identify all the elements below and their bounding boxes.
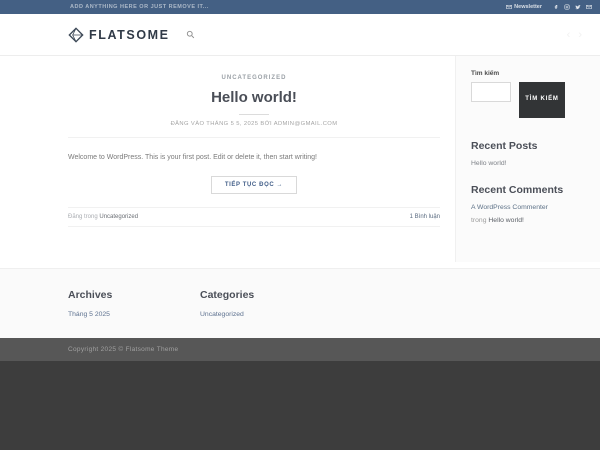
logo-text: FLATSOME [89,27,170,42]
search-icon[interactable] [186,30,195,39]
archives-widget: Archives Tháng 5 2025 [68,289,200,338]
read-more-button[interactable]: TIẾP TỤC ĐỌC → [210,176,298,194]
topbar-message: ADD ANYTHING HERE OR JUST REMOVE IT... [70,4,209,10]
newsletter-link[interactable]: Newsletter [506,4,542,10]
comment-on: trong Hello world! [471,217,585,224]
archives-title: Archives [68,289,113,301]
posted-in-label: Đăng trong [68,214,100,220]
topbar-right: Newsletter [506,4,592,10]
topbar: ADD ANYTHING HERE OR JUST REMOVE IT... N… [0,0,600,14]
copyright-bar: Copyright 2025 © Flatsome Theme [0,338,600,361]
commenter-link[interactable]: A WordPress Commenter [471,204,548,211]
twitter-icon[interactable] [575,4,581,10]
main-area: UNCATEGORIZED Hello world! ĐĂNG VÀO THÁN… [0,56,600,268]
newsletter-label: Newsletter [514,4,542,10]
recent-comments-title: Recent Comments [471,184,564,196]
categories-widget: Categories Uncategorized [200,289,332,338]
post-category-link[interactable]: UNCATEGORIZED [222,75,287,81]
instagram-icon[interactable] [564,4,570,10]
below-page-area [0,361,600,450]
comment-connector: trong [471,217,489,224]
post-footer-meta: Đăng trong Uncategorized 1 Bình luận [68,207,440,227]
post-article: UNCATEGORIZED Hello world! ĐĂNG VÀO THÁN… [68,56,440,268]
footer-widgets: Archives Tháng 5 2025 Categories Uncateg… [0,268,600,338]
chevron-right-icon[interactable]: › [578,29,582,41]
title-divider [239,114,269,115]
email-icon[interactable] [586,4,592,10]
post-meta: ĐĂNG VÀO THÁNG 5 5, 2025 BỞI ADMIN@GMAIL… [170,121,338,127]
copyright-text: Copyright 2025 © Flatsome Theme [68,346,179,353]
search-widget-label: Tìm kiếm [471,70,500,77]
chevron-left-icon[interactable]: ‹ [567,29,571,41]
site-logo[interactable]: FLATSOME [68,26,170,43]
site-header: FLATSOME ‹ › [0,14,600,56]
recent-posts-title: Recent Posts [471,140,538,152]
flatsome-logo-icon [68,26,84,43]
categories-title: Categories [200,289,255,301]
category-link[interactable]: Uncategorized [200,311,244,318]
header-nav-arrows: ‹ › [567,29,582,41]
sidebar-search-button[interactable]: TÌM KIẾM [519,82,565,118]
facebook-icon[interactable] [553,4,559,10]
flatsome-page: ADD ANYTHING HERE OR JUST REMOVE IT... N… [0,0,600,450]
posted-in: Đăng trong Uncategorized [68,214,138,220]
post-title[interactable]: Hello world! [68,89,440,106]
archive-month-link[interactable]: Tháng 5 2025 [68,311,110,318]
posted-in-category-link[interactable]: Uncategorized [99,214,138,220]
post-excerpt: Welcome to WordPress. This is your first… [68,154,317,161]
recent-post-link[interactable]: Hello world! [471,160,507,167]
sidebar-search-input[interactable] [471,82,511,102]
envelope-icon [506,4,512,10]
comments-count-link[interactable]: 1 Bình luận [410,214,440,220]
entry-divider [68,137,440,138]
sidebar: Tìm kiếm TÌM KIẾM Recent Posts Hello wor… [455,56,600,262]
comment-post-link[interactable]: Hello world! [488,217,524,224]
